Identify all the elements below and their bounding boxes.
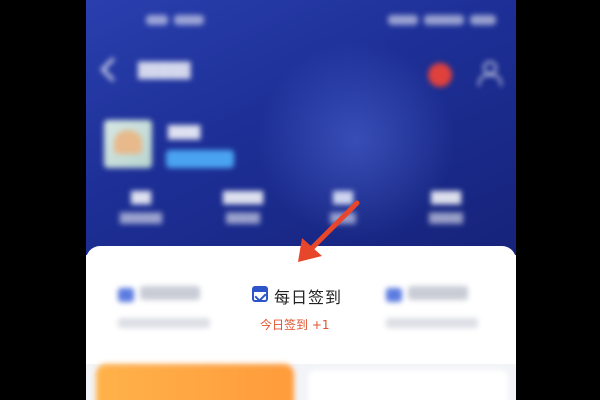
nav-title: ▇▇▇▇ [138, 60, 191, 80]
quick-actions-card: 每日签到 今日签到 +1 [86, 246, 516, 364]
status-bar-left [146, 10, 206, 30]
stat-item[interactable]: ▇▇ ▇▇▇ [298, 190, 388, 224]
checkin-title[interactable]: 每日签到 [274, 284, 342, 308]
profile-name: ▇▇▇ [168, 124, 201, 140]
avatar[interactable] [104, 120, 152, 168]
promo-button[interactable] [96, 364, 294, 400]
member-badge [166, 150, 234, 168]
phone-screen: ▇▇▇▇ ▇▇▇ ▇▇ ▇▇▇▇▇ ▇▇▇▇ ▇▇▇▇ ▇▇ ▇▇▇ ▇▇▇ ▇▇▇▇ … [86, 0, 516, 400]
stat-item[interactable]: ▇▇▇▇▇▇▇ [96, 190, 186, 224]
user-icon[interactable] [478, 61, 502, 87]
calendar-check-icon [252, 286, 268, 303]
nav-bar: ▇▇▇▇ [86, 55, 516, 95]
header-banner: ▇▇▇▇ ▇▇▇ ▇▇ ▇▇▇▇▇ ▇▇▇▇ ▇▇▇▇ ▇▇ ▇▇▇ ▇▇▇ ▇▇▇▇ [86, 0, 516, 255]
stat-item[interactable]: ▇▇▇▇▇▇▇ [401, 190, 491, 224]
status-bar-right [388, 10, 498, 30]
back-arrow-icon[interactable] [100, 57, 125, 82]
checkin-subtitle: 今日签到 +1 [260, 318, 330, 332]
promo-card[interactable] [308, 370, 508, 400]
daily-checkin[interactable]: 每日签到 今日签到 +1 [86, 246, 516, 356]
stat-item[interactable]: ▇▇▇▇ ▇▇▇▇ [198, 190, 288, 224]
notification-icon[interactable] [428, 63, 452, 87]
